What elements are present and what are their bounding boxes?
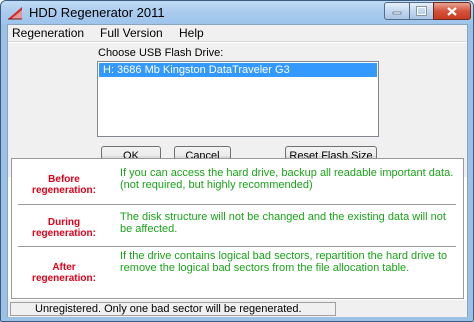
menu-regeneration[interactable]: Regeneration [12,26,84,40]
info-text-during: The disk structure will not be changed a… [120,211,446,235]
maximize-button[interactable] [409,2,434,20]
close-icon [447,6,457,16]
list-item-usb-drive[interactable]: H: 3686 Mb Kingston DataTraveler G3 [99,63,377,77]
info-label-line: regeneration: [32,273,96,284]
info-panel: Before regeneration: If you can access t… [11,158,464,299]
info-label-before: Before regeneration: [14,174,114,196]
info-label-during: During regeneration: [14,217,114,239]
hdd-regenerator-app-icon [8,7,22,20]
info-row-during: During regeneration: The disk structure … [12,205,463,247]
minimize-icon [392,11,402,15]
info-label-after: After regeneration: [14,262,114,284]
title-bar[interactable]: HDD Regenerator 2011 [1,1,473,24]
info-row-before: Before regeneration: If you can access t… [12,159,463,205]
info-text-before: If you can access the hard drive, backup… [120,167,454,191]
menu-full-version[interactable]: Full Version [100,26,163,40]
maximize-icon [416,6,427,16]
status-bar: Unregistered. Only one bad sector will b… [8,300,467,317]
info-label-line: regeneration: [32,228,96,239]
menu-bar: Regeneration Full Version Help [8,25,467,42]
usb-drive-list[interactable]: H: 3686 Mb Kingston DataTraveler G3 [97,61,379,137]
info-label-line: After [52,262,76,273]
menu-help[interactable]: Help [179,26,204,40]
minimize-button[interactable] [384,2,410,20]
choose-usb-label: Choose USB Flash Drive: [98,47,224,59]
info-text-after: If the drive contains logical bad sector… [120,250,448,274]
info-label-line: regeneration: [32,185,96,196]
info-label-line: During [47,217,81,228]
status-text: Unregistered. Only one bad sector will b… [10,302,336,316]
info-label-line: Before [48,174,80,185]
close-button[interactable] [433,2,471,20]
usb-selection-panel: Choose USB Flash Drive: H: 3686 Mb Kings… [8,43,467,177]
client-area: Regeneration Full Version Help Choose US… [7,24,468,317]
app-window: HDD Regenerator 2011 Regeneration Full V… [0,0,474,322]
info-row-after: After regeneration: If the drive contain… [12,247,463,298]
window-title: HDD Regenerator 2011 [29,5,165,20]
